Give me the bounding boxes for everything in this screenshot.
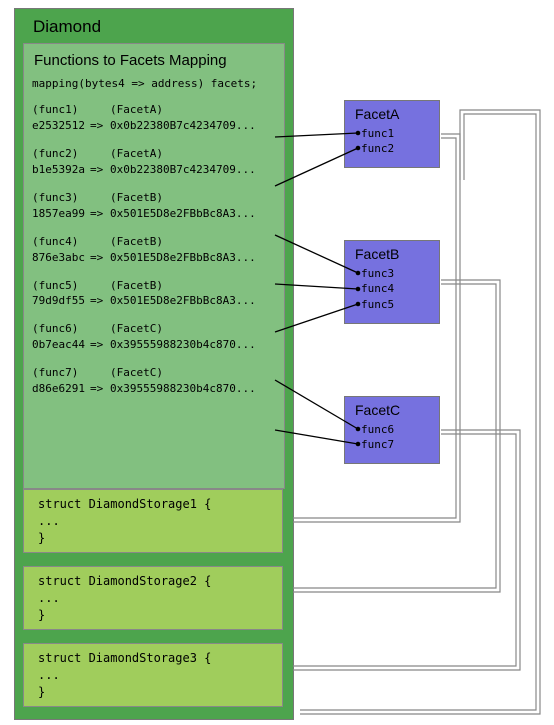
struct-line: ... bbox=[38, 590, 282, 607]
map-selector: 876e3abc bbox=[32, 250, 90, 266]
map-selector: d86e6291 bbox=[32, 381, 90, 397]
struct-line: struct DiamondStorage1 { bbox=[38, 496, 282, 513]
map-address: 0x0b22380B7c4234709... bbox=[110, 118, 256, 134]
map-entry: (func2) (FacetA) b1e5392a => 0x0b22380B7… bbox=[32, 146, 284, 178]
facet-c-func: func6 bbox=[361, 422, 439, 437]
struct-line: } bbox=[38, 607, 282, 624]
struct-line: ... bbox=[38, 513, 282, 530]
facet-b-box: FacetB func3 func4 func5 bbox=[344, 240, 440, 324]
map-func-label: (func4) bbox=[32, 234, 110, 250]
map-func-label: (func7) bbox=[32, 365, 110, 381]
map-entry: (func5) (FacetB) 79d9df55 => 0x501E5D8e2… bbox=[32, 278, 284, 310]
map-address: 0x0b22380B7c4234709... bbox=[110, 162, 256, 178]
map-facet-label: (FacetB) bbox=[110, 278, 163, 294]
map-facet-label: (FacetA) bbox=[110, 146, 163, 162]
mapping-panel-title: Functions to Facets Mapping bbox=[34, 52, 284, 69]
struct-line: ... bbox=[38, 667, 282, 684]
struct-box: struct DiamondStorage2 { ... } bbox=[23, 566, 283, 630]
map-func-label: (func5) bbox=[32, 278, 110, 294]
struct-line: } bbox=[38, 530, 282, 547]
map-address: 0x501E5D8e2FBbBc8A3... bbox=[110, 206, 256, 222]
map-entry: (func1) (FacetA) e2532512 => 0x0b22380B7… bbox=[32, 102, 284, 134]
map-func-label: (func2) bbox=[32, 146, 110, 162]
map-facet-label: (FacetA) bbox=[110, 102, 163, 118]
map-entry: (func7) (FacetC) d86e6291 => 0x395559882… bbox=[32, 365, 284, 397]
mapping-panel: Functions to Facets Mapping mapping(byte… bbox=[23, 43, 285, 489]
map-address: 0x39555988230b4c870... bbox=[110, 381, 256, 397]
map-entry: (func6) (FacetC) 0b7eac44 => 0x395559882… bbox=[32, 321, 284, 353]
map-arrow: => bbox=[90, 293, 110, 309]
map-selector: e2532512 bbox=[32, 118, 90, 134]
map-facet-label: (FacetC) bbox=[110, 321, 163, 337]
map-facet-label: (FacetC) bbox=[110, 365, 163, 381]
map-selector: 79d9df55 bbox=[32, 293, 90, 309]
struct-line: struct DiamondStorage2 { bbox=[38, 573, 282, 590]
map-func-label: (func3) bbox=[32, 190, 110, 206]
mapping-declaration: mapping(bytes4 => address) facets; bbox=[32, 77, 284, 90]
facet-b-func: func3 bbox=[361, 266, 439, 281]
map-selector: 0b7eac44 bbox=[32, 337, 90, 353]
map-address: 0x501E5D8e2FBbBc8A3... bbox=[110, 293, 256, 309]
facet-b-func: func4 bbox=[361, 281, 439, 296]
facet-a-func: func1 bbox=[361, 126, 439, 141]
diamond-title: Diamond bbox=[33, 17, 101, 37]
facet-c-title: FacetC bbox=[355, 402, 439, 418]
map-facet-label: (FacetB) bbox=[110, 190, 163, 206]
facet-c-func: func7 bbox=[361, 437, 439, 452]
map-func-label: (func6) bbox=[32, 321, 110, 337]
map-address: 0x501E5D8e2FBbBc8A3... bbox=[110, 250, 256, 266]
map-entry: (func3) (FacetB) 1857ea99 => 0x501E5D8e2… bbox=[32, 190, 284, 222]
struct-box: struct DiamondStorage3 { ... } bbox=[23, 643, 283, 707]
map-func-label: (func1) bbox=[32, 102, 110, 118]
facet-c-box: FacetC func6 func7 bbox=[344, 396, 440, 464]
map-arrow: => bbox=[90, 162, 110, 178]
map-entry: (func4) (FacetB) 876e3abc => 0x501E5D8e2… bbox=[32, 234, 284, 266]
map-facet-label: (FacetB) bbox=[110, 234, 163, 250]
map-arrow: => bbox=[90, 381, 110, 397]
diamond-container: Diamond Functions to Facets Mapping mapp… bbox=[14, 8, 294, 720]
map-address: 0x39555988230b4c870... bbox=[110, 337, 256, 353]
facet-a-title: FacetA bbox=[355, 106, 439, 122]
map-arrow: => bbox=[90, 337, 110, 353]
map-selector: 1857ea99 bbox=[32, 206, 90, 222]
facet-a-func: func2 bbox=[361, 141, 439, 156]
struct-line: } bbox=[38, 684, 282, 701]
facet-a-box: FacetA func1 func2 bbox=[344, 100, 440, 168]
struct-line: struct DiamondStorage3 { bbox=[38, 650, 282, 667]
struct-box: struct DiamondStorage1 { ... } bbox=[23, 489, 283, 553]
map-arrow: => bbox=[90, 250, 110, 266]
facet-b-title: FacetB bbox=[355, 246, 439, 262]
map-arrow: => bbox=[90, 118, 110, 134]
facet-b-func: func5 bbox=[361, 297, 439, 312]
map-selector: b1e5392a bbox=[32, 162, 90, 178]
map-arrow: => bbox=[90, 206, 110, 222]
